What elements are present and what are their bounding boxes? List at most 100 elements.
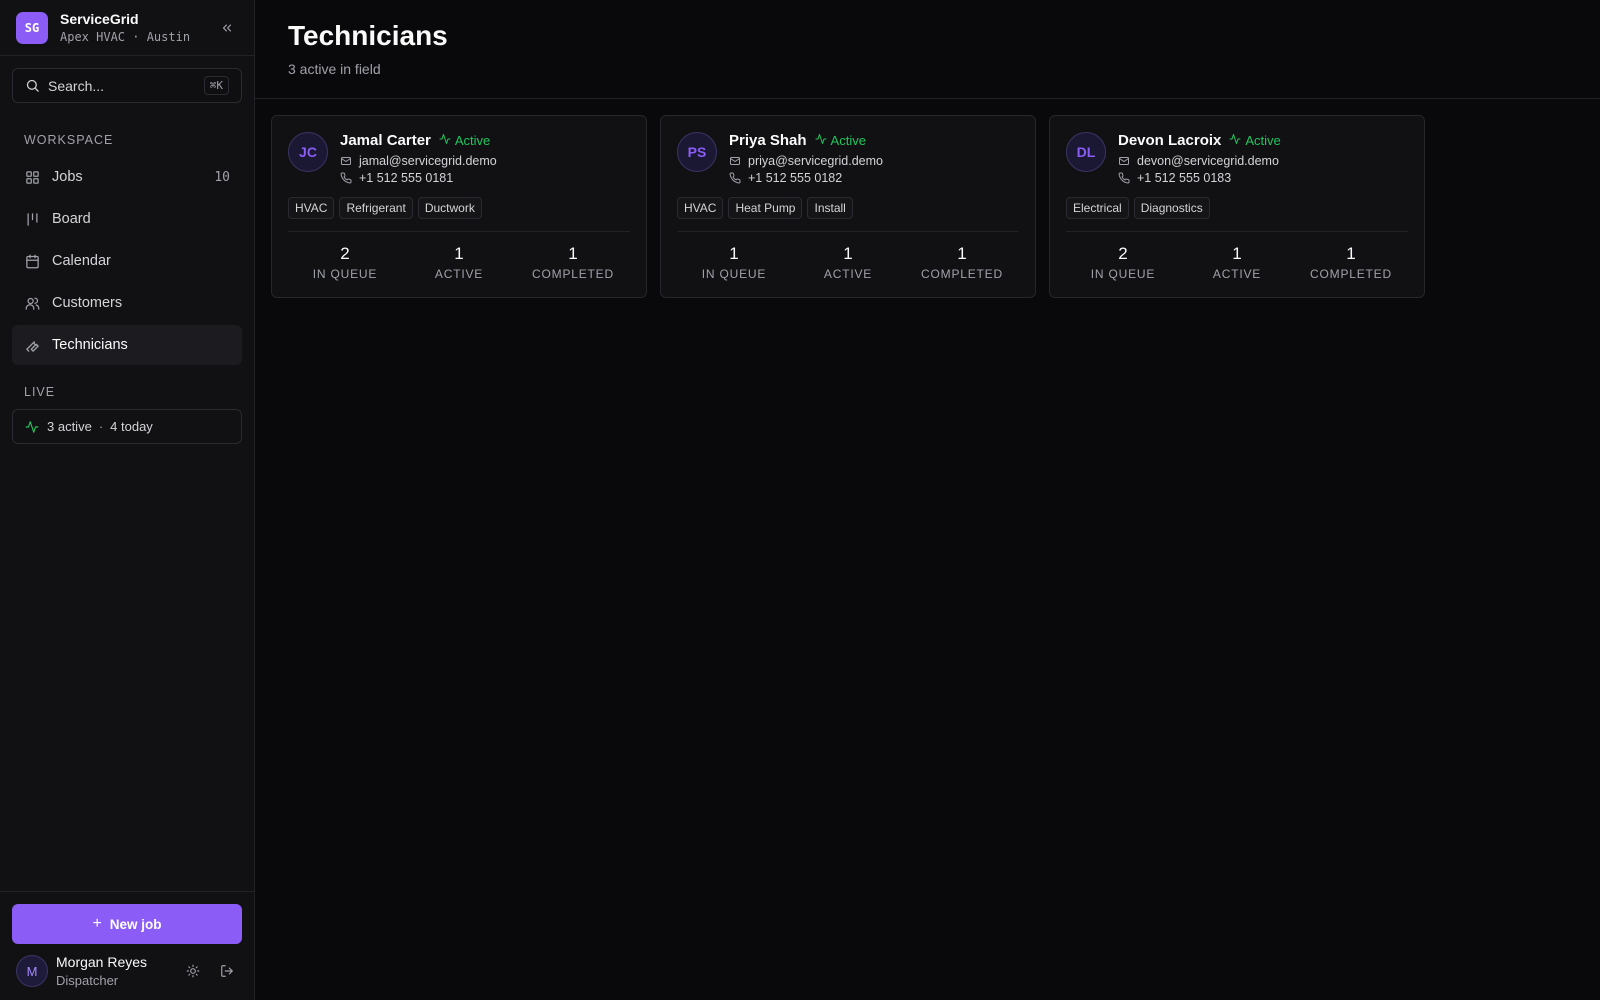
technician-email[interactable]: devon@servicegrid.demo (1118, 154, 1281, 168)
divider (1066, 231, 1408, 232)
technician-phone[interactable]: +1 512 555 0182 (729, 171, 883, 185)
status-badge: Active (439, 133, 490, 148)
user-profile: M Morgan Reyes Dispatcher (12, 954, 242, 988)
skill-tag: HVAC (677, 197, 724, 219)
status-label: Active (454, 133, 491, 148)
sun-icon (186, 964, 200, 978)
activity-icon (439, 133, 451, 148)
phone-icon (1118, 172, 1130, 184)
divider (677, 231, 1019, 232)
page-header: Technicians 3 active in field (255, 0, 1600, 99)
mail-icon (340, 155, 352, 167)
status-badge: Active (1229, 133, 1281, 148)
search-input[interactable]: Search... ⌘K (12, 68, 242, 103)
activity-icon (1229, 133, 1241, 148)
search-icon (26, 79, 39, 92)
technician-card[interactable]: PS Priya Shah Active priya@servicegrid.demo… (660, 115, 1036, 298)
section-label-live: LIVE (24, 385, 56, 399)
stat-block: 1 ACTIVE (791, 244, 905, 281)
live-active-count: 3 active (47, 419, 92, 434)
live-status: 3 active · 4 today (12, 409, 242, 444)
sidebar-item-label: Calendar (52, 253, 111, 269)
stat-block: 2 IN QUEUE (1066, 244, 1180, 281)
status-badge: Active (815, 133, 866, 148)
job-stats: 2 IN QUEUE 1 ACTIVE 1 COMPLETED (1066, 244, 1408, 281)
job-stats: 2 IN QUEUE 1 ACTIVE 1 COMPLETED (288, 244, 630, 281)
stat-value: 1 (843, 244, 853, 263)
technician-name: Jamal Carter (340, 132, 431, 149)
sidebar-item-calendar[interactable]: Calendar (12, 241, 242, 281)
sidebar-item-jobs[interactable]: Jobs 10 (12, 157, 242, 197)
brand-subtitle: Apex HVAC · Austin (60, 30, 191, 44)
technician-name: Devon Lacroix (1118, 132, 1222, 149)
sidebar-item-label: Jobs (52, 169, 83, 185)
skill-tag: Electrical (1066, 197, 1129, 219)
mail-icon (729, 155, 741, 167)
status-label: Active (830, 133, 866, 148)
skill-tag: HVAC (288, 197, 335, 219)
sidebar-item-label: Technicians (52, 337, 128, 353)
search-placeholder: Search... (48, 77, 105, 94)
logout-button[interactable] (216, 960, 238, 982)
brand-logo: SG (16, 11, 48, 44)
app-shell: SG ServiceGrid Apex HVAC · Austin Search… (0, 0, 1600, 1000)
phone-text: +1 512 555 0183 (1137, 171, 1232, 185)
live-separator: · (98, 419, 104, 434)
stat-label: IN QUEUE (312, 267, 378, 281)
skill-tags: HVAC Refrigerant Ductwork (288, 197, 630, 219)
technician-phone[interactable]: +1 512 555 0181 (340, 171, 497, 185)
sidebar-item-technicians[interactable]: Technicians (12, 325, 242, 365)
stat-label: IN QUEUE (1090, 267, 1156, 281)
status-label: Active (1245, 133, 1281, 148)
skill-tag: Refrigerant (339, 197, 413, 219)
logout-icon (221, 965, 233, 977)
divider (288, 231, 630, 232)
phone-icon (340, 172, 352, 184)
main-content: Technicians 3 active in field JC Jamal Ca… (255, 0, 1600, 1000)
technician-avatar: PS (677, 132, 717, 172)
stat-block: 1 IN QUEUE (677, 244, 791, 281)
technician-email[interactable]: jamal@servicegrid.demo (340, 154, 497, 168)
activity-icon (815, 133, 827, 148)
new-job-label: New job (109, 916, 162, 932)
technician-card[interactable]: JC Jamal Carter Active jamal@servicegrid.de… (271, 115, 647, 298)
stat-block: 1 ACTIVE (402, 244, 516, 281)
stat-label: COMPLETED (532, 267, 614, 281)
stat-label: ACTIVE (434, 267, 484, 281)
stat-label: COMPLETED (1310, 267, 1392, 281)
board-icon (24, 211, 40, 227)
stat-label: ACTIVE (823, 267, 873, 281)
stat-value: 1 (454, 244, 464, 263)
technician-email[interactable]: priya@servicegrid.demo (729, 154, 883, 168)
avatar[interactable]: M (16, 955, 48, 987)
calendar-icon (24, 253, 40, 269)
email-text: jamal@servicegrid.demo (359, 154, 497, 168)
sidebar-item-label: Board (52, 211, 91, 227)
theme-toggle-button[interactable] (182, 960, 204, 982)
stat-block: 2 IN QUEUE (288, 244, 402, 281)
sidebar-item-board[interactable]: Board (12, 199, 242, 239)
sidebar-item-customers[interactable]: Customers (12, 283, 242, 323)
skill-tag: Diagnostics (1133, 197, 1210, 219)
technician-avatar: DL (1066, 132, 1106, 172)
skill-tag: Install (807, 197, 853, 219)
email-text: devon@servicegrid.demo (1137, 154, 1279, 168)
new-job-button[interactable]: + New job (12, 904, 242, 944)
technician-card[interactable]: DL Devon Lacroix Active devon@servicegrid.d… (1049, 115, 1425, 298)
brand-name: ServiceGrid (60, 11, 139, 27)
stat-value: 1 (1232, 244, 1242, 263)
sidebar: SG ServiceGrid Apex HVAC · Austin Search… (0, 0, 255, 1000)
job-stats: 1 IN QUEUE 1 ACTIVE 1 COMPLETED (677, 244, 1019, 281)
page-title: Technicians (288, 20, 448, 51)
sidebar-item-count: 10 (214, 169, 230, 185)
sidebar-footer: + New job M Morgan Reyes Dispatcher (0, 891, 254, 1000)
technician-phone[interactable]: +1 512 555 0183 (1118, 171, 1281, 185)
user-name: Morgan Reyes (56, 954, 148, 970)
collapse-sidebar-button[interactable] (216, 17, 238, 39)
sidebar-item-label: Customers (52, 295, 123, 311)
mail-icon (1118, 155, 1130, 167)
stat-value: 1 (729, 244, 739, 263)
stat-value: 1 (957, 244, 967, 263)
activity-icon (25, 420, 39, 433)
stat-block: 1 COMPLETED (905, 244, 1019, 281)
